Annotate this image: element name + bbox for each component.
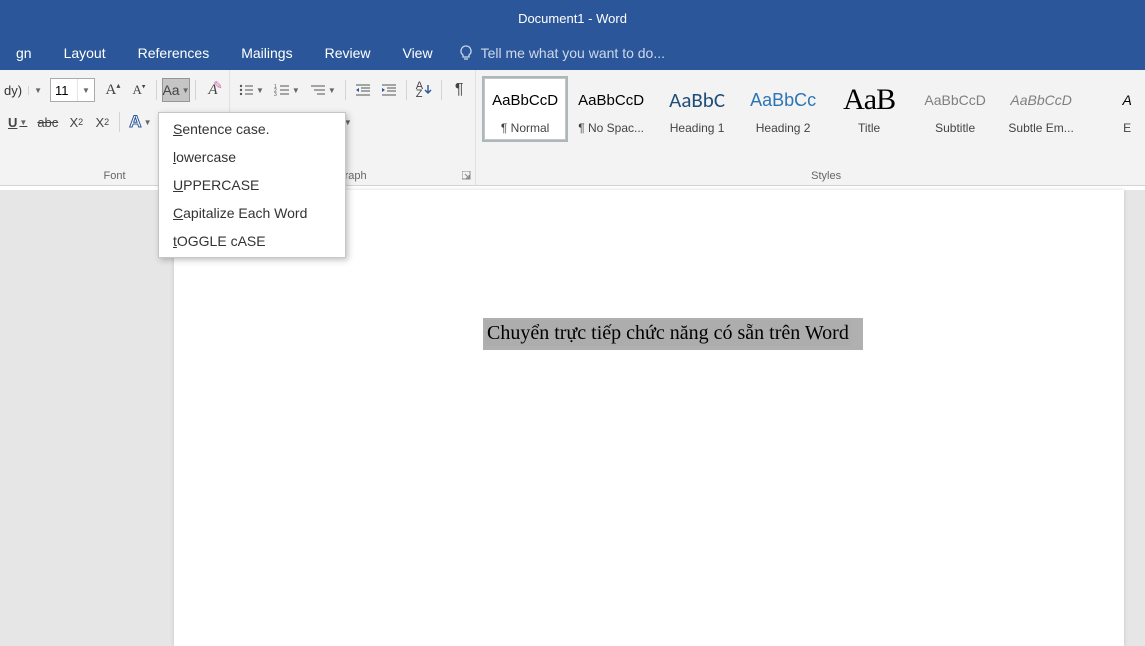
chevron-down-icon: ▼ — [328, 86, 336, 95]
multilevel-list-button[interactable]: ▼ — [306, 78, 340, 102]
chevron-down-icon: ▼ — [144, 118, 152, 127]
style-preview: AaBbCcD — [492, 83, 558, 117]
separator — [119, 112, 120, 132]
tab-references[interactable]: References — [122, 36, 226, 70]
style-name-label: Title — [858, 121, 880, 135]
chevron-down-icon: ▼ — [182, 86, 190, 95]
style-nospac[interactable]: AaBbCcD ¶ No Spac... — [568, 76, 654, 142]
document-area: Chuyển trực tiếp chức năng có sẵn trên W… — [0, 190, 1145, 646]
menu-item-sentence-case[interactable]: Sentence case. — [159, 115, 345, 143]
tell-me[interactable]: Tell me what you want to do... — [459, 45, 665, 61]
underline-button[interactable]: U▼ — [4, 110, 31, 134]
style-h2[interactable]: AaBbCc Heading 2 — [740, 76, 826, 142]
title-bar: Document1 - Word — [0, 0, 1145, 36]
font-size-input[interactable]: ▼ — [50, 78, 95, 102]
font-size-field[interactable] — [51, 83, 77, 98]
style-name-label: Subtitle — [935, 121, 975, 135]
separator — [406, 80, 407, 100]
lightbulb-icon — [459, 45, 473, 61]
chevron-down-icon: ▼ — [28, 86, 42, 95]
style-subem[interactable]: AaBbCcD Subtle Em... — [998, 76, 1084, 142]
style-name-label: Subtle Em... — [1008, 121, 1073, 135]
chevron-down-icon: ▼ — [19, 118, 27, 127]
sort-button[interactable]: AZ — [412, 78, 436, 102]
separator — [345, 80, 346, 100]
numbering-button[interactable]: 123 ▼ — [270, 78, 304, 102]
styles-gallery[interactable]: AaBbCcD ¶ Normal AaBbCcD ¶ No Spac... AaBbC H… — [480, 72, 1145, 146]
styles-group-label: Styles — [476, 168, 1145, 185]
style-preview: AaB — [843, 83, 895, 117]
style-preview: AaBbCcD — [1010, 83, 1071, 117]
text-effects-button[interactable]: A▼ — [125, 110, 155, 134]
selected-text[interactable]: Chuyển trực tiếp chức năng có sẵn trên W… — [485, 320, 851, 346]
tab-mailings[interactable]: Mailings — [225, 36, 308, 70]
style-title[interactable]: AaB Title — [826, 76, 912, 142]
page-container: Chuyển trực tiếp chức năng có sẵn trên W… — [0, 190, 1145, 646]
shrink-font-button[interactable]: A▾ — [127, 78, 151, 102]
menu-item-lowercase[interactable]: lowercase — [159, 143, 345, 171]
style-normal[interactable]: AaBbCcD ¶ Normal — [482, 76, 568, 142]
style-name-label: Heading 1 — [670, 121, 725, 135]
separator — [156, 80, 157, 100]
styles-group: AaBbCcD ¶ Normal AaBbCcD ¶ No Spac... AaBbC H… — [476, 70, 1145, 185]
change-case-menu: Sentence case. lowercase UPPERCASE Capit… — [158, 112, 346, 258]
font-name-partial[interactable]: dy) ▼ — [4, 83, 42, 98]
style-preview: A — [1122, 83, 1131, 117]
style-name-label: Heading 2 — [756, 121, 811, 135]
separator — [195, 80, 196, 100]
paragraph-dialog-launcher[interactable] — [462, 171, 472, 181]
show-hide-paragraph-button[interactable]: ¶ — [447, 78, 471, 102]
svg-text:3: 3 — [274, 92, 277, 97]
separator — [441, 80, 442, 100]
style-preview: AaBbCcD — [924, 83, 985, 117]
style-preview: AaBbCcD — [578, 83, 644, 117]
subscript-button[interactable]: X2 — [64, 110, 88, 134]
style-preview: AaBbCc — [750, 83, 816, 117]
style-name-label: ¶ Normal — [501, 121, 549, 135]
ribbon: dy) ▼ ▼ A▴ A▾ Aa▼ A✎ — [0, 70, 1145, 186]
chevron-down-icon: ▼ — [256, 86, 264, 95]
style-emph[interactable]: AE — [1084, 76, 1145, 142]
style-preview: AaBbC — [669, 83, 725, 117]
tell-me-placeholder: Tell me what you want to do... — [481, 45, 665, 61]
chevron-down-icon[interactable]: ▼ — [77, 79, 94, 101]
tab-review[interactable]: Review — [309, 36, 387, 70]
style-subtitle[interactable]: AaBbCcD Subtitle — [912, 76, 998, 142]
ribbon-tabs: gn Layout References Mailings Review Vie… — [0, 36, 1145, 70]
window-title: Document1 - Word — [518, 11, 627, 26]
style-h1[interactable]: AaBbC Heading 1 — [654, 76, 740, 142]
chevron-down-icon: ▼ — [292, 86, 300, 95]
menu-item-uppercase[interactable]: UPPERCASE — [159, 171, 345, 199]
document-page[interactable]: Chuyển trực tiếp chức năng có sẵn trên W… — [174, 190, 1124, 646]
change-case-button[interactable]: Aa▼ — [162, 78, 191, 102]
clear-formatting-button[interactable]: A✎ — [201, 78, 225, 102]
tab-view[interactable]: View — [386, 36, 448, 70]
menu-item-toggle-case[interactable]: tOGGLE cASE — [159, 227, 345, 255]
style-name-label: E — [1123, 121, 1131, 135]
grow-font-button[interactable]: A▴ — [101, 78, 125, 102]
superscript-button[interactable]: X2 — [90, 110, 114, 134]
tab-layout[interactable]: Layout — [48, 36, 122, 70]
increase-indent-button[interactable] — [377, 78, 401, 102]
tab-design-partial[interactable]: gn — [0, 36, 48, 70]
strikethrough-button[interactable]: abc — [33, 110, 62, 134]
bullets-button[interactable]: ▼ — [234, 78, 268, 102]
style-name-label: ¶ No Spac... — [578, 121, 644, 135]
decrease-indent-button[interactable] — [351, 78, 375, 102]
menu-item-capitalize-each-word[interactable]: Capitalize Each Word — [159, 199, 345, 227]
